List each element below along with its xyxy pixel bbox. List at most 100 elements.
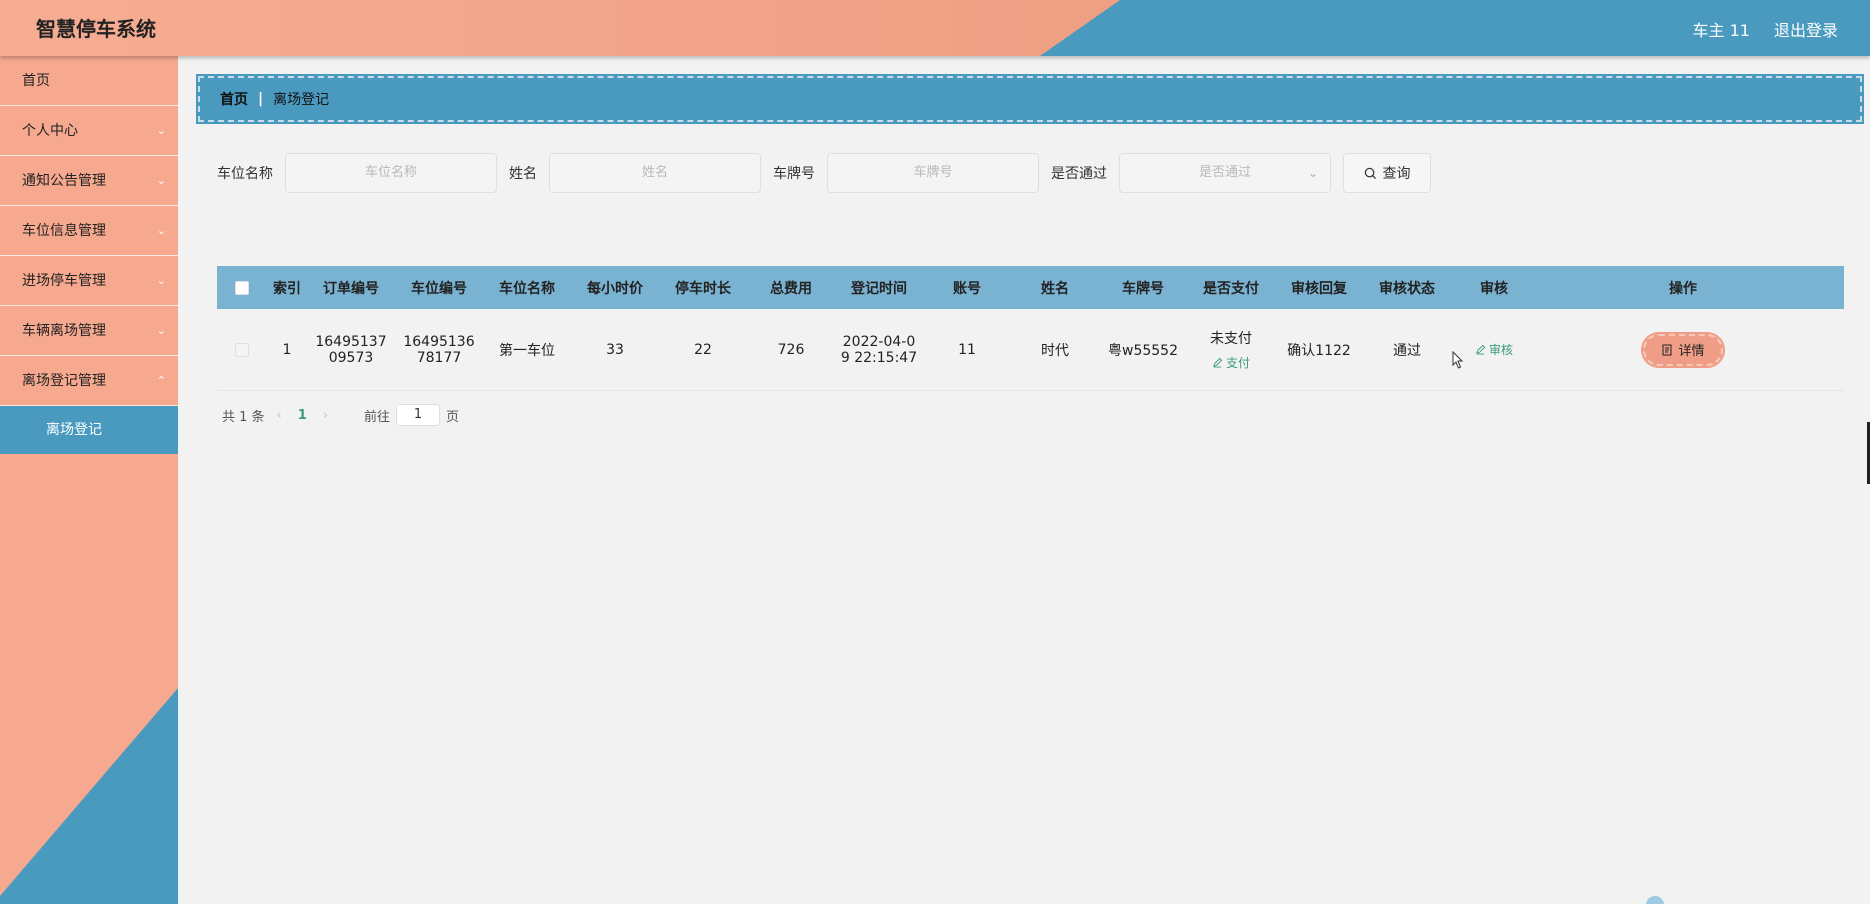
header-user-area: 车主 11 退出登录 (1693, 17, 1838, 41)
page-suffix: 页 (446, 409, 460, 425)
column-header: 姓名 (1041, 280, 1069, 297)
chevron-down-icon: ⌄ (156, 274, 166, 287)
chevron-down-icon: ⌄ (156, 174, 166, 187)
pagination: 共 1 条 ‹ 1 › 前往 1 页 (222, 404, 459, 426)
cell-plate: 粤w55552 (1108, 342, 1178, 359)
sidebar-item-label: 首页 (22, 73, 50, 89)
column-header: 登记时间 (851, 280, 907, 297)
query-button[interactable]: 查询 (1343, 153, 1431, 193)
cell-time-line1: 2022-04-0 (842, 333, 916, 350)
detail-button[interactable]: 详情 (1641, 331, 1725, 368)
sidebar-item-label: 车辆离场管理 (22, 323, 106, 339)
column-header: 账号 (953, 280, 981, 297)
table-header: 索引 订单编号 车位编号 车位名称 每小时价 停车时长 总费用 登记时间 账号 … (217, 266, 1844, 309)
next-page-icon[interactable]: › (323, 408, 328, 423)
floating-dot (1646, 896, 1664, 904)
pay-link[interactable]: 支付 (1212, 354, 1250, 371)
select-all-checkbox[interactable] (235, 280, 249, 295)
page-number[interactable]: 1 (298, 408, 307, 423)
breadcrumb-current: 离场登记 (273, 92, 330, 108)
current-user[interactable]: 车主 11 (1693, 17, 1750, 41)
sidebar-item-entry-management[interactable]: 进场停车管理 ⌄ (0, 256, 178, 306)
pay-link-label: 支付 (1225, 356, 1250, 370)
document-icon (1662, 344, 1672, 355)
cell-space-no: 16495136 78177 (395, 334, 483, 366)
audit-link-label: 审核 (1488, 342, 1513, 357)
column-header: 车位名称 (499, 280, 555, 297)
row-checkbox[interactable] (235, 342, 249, 357)
detail-button-label: 详情 (1678, 344, 1705, 359)
cell-hourly-price: 33 (606, 341, 624, 358)
sidebar-item-label: 通知公告管理 (22, 173, 106, 189)
records-table: 索引 订单编号 车位编号 车位名称 每小时价 停车时长 总费用 登记时间 账号 … (217, 266, 1844, 391)
approved-select[interactable]: 是否通过 ⌄ (1119, 153, 1331, 193)
cell-total: 726 (777, 341, 805, 358)
column-header: 操作 (1669, 280, 1697, 297)
column-header: 总费用 (770, 280, 812, 297)
cell-paid: 未支付 支付 (1187, 328, 1275, 371)
pagination-total: 共 1 条 (222, 409, 265, 425)
approved-label: 是否通过 (1051, 166, 1107, 182)
column-header: 车牌号 (1122, 280, 1164, 297)
sidebar-item-label: 离场登记管理 (22, 373, 106, 389)
space-name-label: 车位名称 (217, 166, 273, 182)
sidebar-item-exit-registration-management[interactable]: 离场登记管理 ⌃ (0, 356, 178, 406)
column-header: 是否支付 (1203, 280, 1259, 297)
cell-register-time: 2022-04-0 9 22:15:47 (835, 334, 923, 366)
prev-page-icon[interactable]: ‹ (277, 408, 282, 423)
sidebar-subitem-exit-registration[interactable]: 离场登记 (0, 406, 178, 454)
sidebar-decoration (0, 688, 178, 904)
mouse-cursor-icon (1452, 351, 1464, 369)
chevron-up-icon: ⌃ (156, 374, 166, 387)
column-header: 订单编号 (323, 280, 379, 297)
column-header: 车位编号 (411, 280, 467, 297)
cell-duration: 22 (694, 341, 712, 358)
chevron-down-icon: ⌄ (156, 324, 166, 337)
column-header: 每小时价 (587, 280, 643, 297)
plate-label: 车牌号 (773, 166, 815, 182)
search-icon (1364, 167, 1376, 179)
chevron-down-icon: ⌄ (156, 124, 166, 137)
breadcrumb-separator: | (258, 91, 264, 107)
cell-space-name: 第一车位 (499, 342, 555, 359)
name-input[interactable]: 姓名 (549, 153, 761, 193)
sidebar-item-exit-management[interactable]: 车辆离场管理 ⌄ (0, 306, 178, 356)
audit-link[interactable]: 审核 (1475, 341, 1513, 358)
cell-order-no-line1: 16495137 (315, 333, 387, 350)
sidebar: 首页 个人中心 ⌄ 通知公告管理 ⌄ 车位信息管理 ⌄ 进场停车管理 ⌄ 车辆离… (0, 56, 178, 904)
column-header: 审核状态 (1379, 280, 1435, 297)
sidebar-item-personal-center[interactable]: 个人中心 ⌄ (0, 106, 178, 156)
name-label: 姓名 (509, 166, 537, 182)
sidebar-item-notice-management[interactable]: 通知公告管理 ⌄ (0, 156, 178, 206)
column-header: 审核回复 (1291, 280, 1347, 297)
header-select-all[interactable] (217, 280, 267, 296)
cell-time-line2: 9 22:15:47 (840, 349, 918, 366)
breadcrumb-home[interactable]: 首页 (220, 89, 248, 109)
query-button-label: 查询 (1382, 166, 1411, 182)
space-name-input[interactable]: 车位名称 (285, 153, 497, 193)
sidebar-item-space-management[interactable]: 车位信息管理 ⌄ (0, 206, 178, 256)
sidebar-item-label: 个人中心 (22, 123, 78, 139)
search-form: 车位名称 车位名称 姓名 姓名 车牌号 车牌号 是否通过 是否通过 ⌄ 查询 (217, 153, 1431, 193)
chevron-down-icon: ⌄ (1307, 166, 1318, 180)
goto-page-input[interactable]: 1 (396, 404, 441, 426)
row-select[interactable] (217, 342, 267, 358)
cell-index: 1 (282, 341, 292, 358)
table-row: 1 16495137 09573 16495136 78177 第一车位 33 … (217, 309, 1844, 391)
sidebar-item-home[interactable]: 首页 (0, 56, 178, 106)
cell-operations: 详情 (1537, 331, 1829, 368)
column-header: 停车时长 (675, 280, 731, 297)
edit-icon (1476, 344, 1486, 355)
cell-reply: 确认1122 (1287, 342, 1351, 359)
approved-select-placeholder: 是否通过 (1198, 165, 1251, 180)
logout-link[interactable]: 退出登录 (1774, 17, 1838, 41)
app-title: 智慧停车系统 (36, 17, 156, 41)
paid-wrap: 未支付 支付 (1187, 328, 1275, 371)
chevron-down-icon: ⌄ (156, 224, 166, 237)
sidebar-item-label: 车位信息管理 (22, 223, 106, 239)
breadcrumb: 首页 | 离场登记 (196, 74, 1864, 124)
cell-space-no-line1: 16495136 (403, 333, 475, 350)
plate-input[interactable]: 车牌号 (827, 153, 1039, 193)
cell-space-no-line2: 78177 (416, 349, 462, 366)
cell-order-no-line2: 09573 (328, 349, 374, 366)
